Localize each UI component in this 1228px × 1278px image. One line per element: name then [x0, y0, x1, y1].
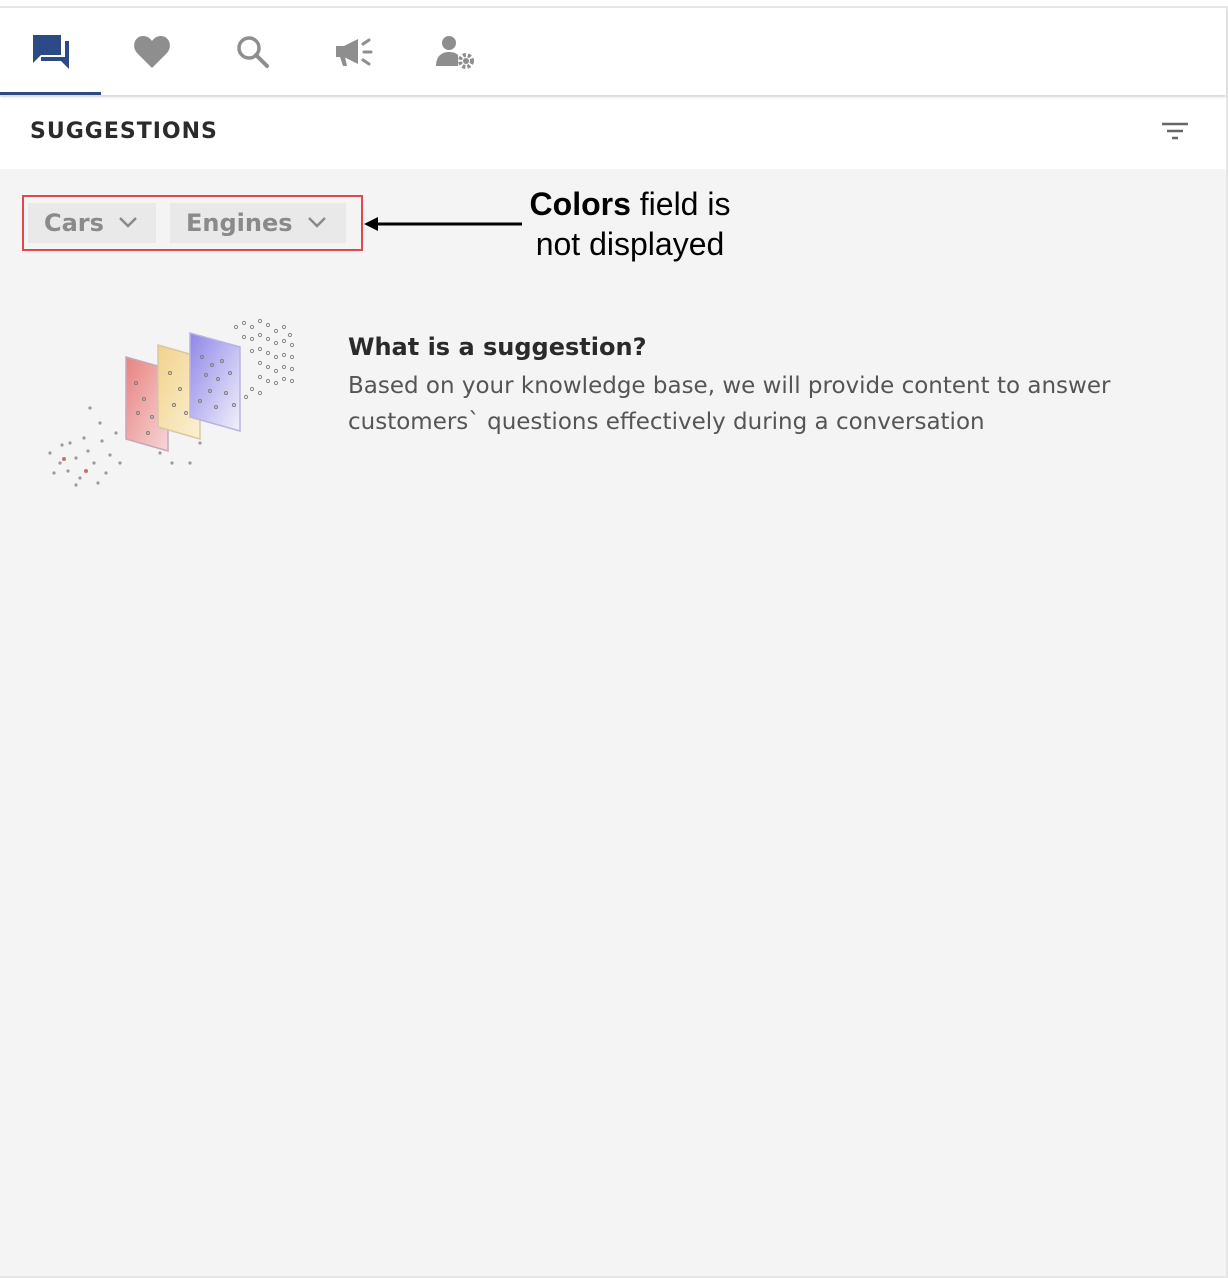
- tab-conversations[interactable]: [0, 8, 101, 95]
- chevron-down-icon: [118, 214, 138, 233]
- info-title: What is a suggestion?: [348, 333, 647, 361]
- suggestions-panel: SUGGESTIONS Cars Engines Colors field is…: [0, 6, 1228, 1278]
- tab-search[interactable]: [202, 8, 303, 95]
- chat-icon: [31, 33, 71, 71]
- annotation-line2: not displayed: [535, 226, 725, 262]
- megaphone-icon: [334, 36, 374, 68]
- chip-cars[interactable]: Cars: [28, 203, 156, 243]
- tab-favorites[interactable]: [101, 8, 202, 95]
- search-icon: [236, 35, 270, 69]
- section-title: SUGGESTIONS: [30, 119, 218, 144]
- tab-announcements[interactable]: [303, 8, 404, 95]
- chip-engines-label: Engines: [186, 209, 293, 237]
- tab-user-settings[interactable]: [404, 8, 505, 95]
- tab-bar: [0, 8, 1226, 95]
- info-description: Based on your knowledge base, we will pr…: [348, 373, 1111, 435]
- heart-icon: [133, 35, 171, 69]
- chip-cars-label: Cars: [44, 209, 104, 237]
- annotation-rest: field is: [630, 186, 731, 222]
- chevron-down-icon: [307, 214, 327, 233]
- annotation-bold: Colors: [529, 186, 631, 222]
- annotation-text: Colors field is not displayed: [500, 184, 760, 264]
- suggestion-illustration: [40, 313, 302, 493]
- user-settings-icon: [434, 34, 476, 70]
- category-chips-highlight: Cars Engines: [22, 195, 363, 251]
- filter-icon: [1160, 122, 1190, 147]
- filter-button[interactable]: [1160, 119, 1190, 145]
- chip-engines[interactable]: Engines: [170, 203, 346, 243]
- section-header: SUGGESTIONS: [0, 97, 1226, 169]
